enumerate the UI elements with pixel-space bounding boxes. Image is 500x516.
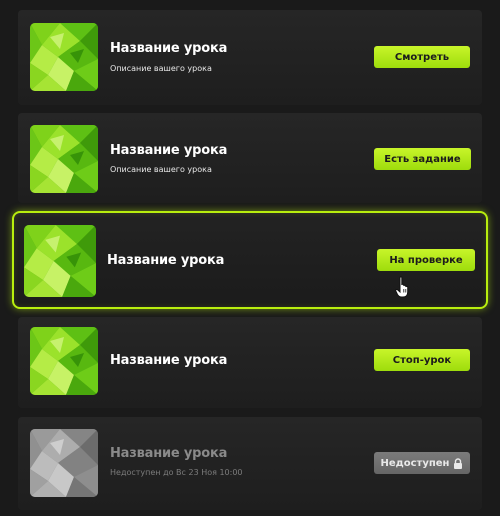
lesson-card: Название урока Описание вашего урока Смо… bbox=[18, 10, 482, 105]
lesson-card: Название урока Описание вашего урока Ест… bbox=[18, 113, 482, 203]
unavailable-until-text: Недоступен до Вс 23 Ноя 10:00 bbox=[110, 468, 243, 477]
lesson-thumbnail bbox=[30, 125, 98, 193]
hand-cursor-icon bbox=[395, 276, 409, 298]
lesson-card: Название урока Стоп-урок bbox=[18, 317, 482, 408]
lesson-title: Название урока bbox=[110, 446, 228, 461]
has-task-button[interactable]: Есть задание bbox=[374, 148, 471, 170]
lesson-description: Описание вашего урока bbox=[110, 165, 212, 174]
unavailable-button: Недоступен bbox=[374, 452, 470, 474]
lesson-title: Название урока bbox=[110, 353, 228, 368]
lock-icon bbox=[454, 457, 463, 469]
lesson-title: Название урока bbox=[107, 253, 225, 268]
watch-button[interactable]: Смотреть bbox=[374, 46, 470, 68]
stop-lesson-button[interactable]: Стоп-урок bbox=[374, 349, 470, 371]
under-review-button[interactable]: На проверке bbox=[377, 249, 475, 271]
unavailable-label: Недоступен bbox=[380, 457, 450, 469]
lesson-thumbnail bbox=[30, 429, 98, 497]
lesson-description: Описание вашего урока bbox=[110, 64, 212, 73]
lesson-thumbnail bbox=[30, 23, 98, 91]
lesson-thumbnail bbox=[30, 327, 98, 395]
lesson-card-locked: Название урока Недоступен до Вс 23 Ноя 1… bbox=[18, 417, 482, 510]
lesson-title: Название урока bbox=[110, 41, 228, 56]
lesson-title: Название урока bbox=[110, 143, 228, 158]
lesson-thumbnail bbox=[24, 225, 96, 297]
lesson-card-active: Название урока На проверке bbox=[12, 211, 488, 309]
